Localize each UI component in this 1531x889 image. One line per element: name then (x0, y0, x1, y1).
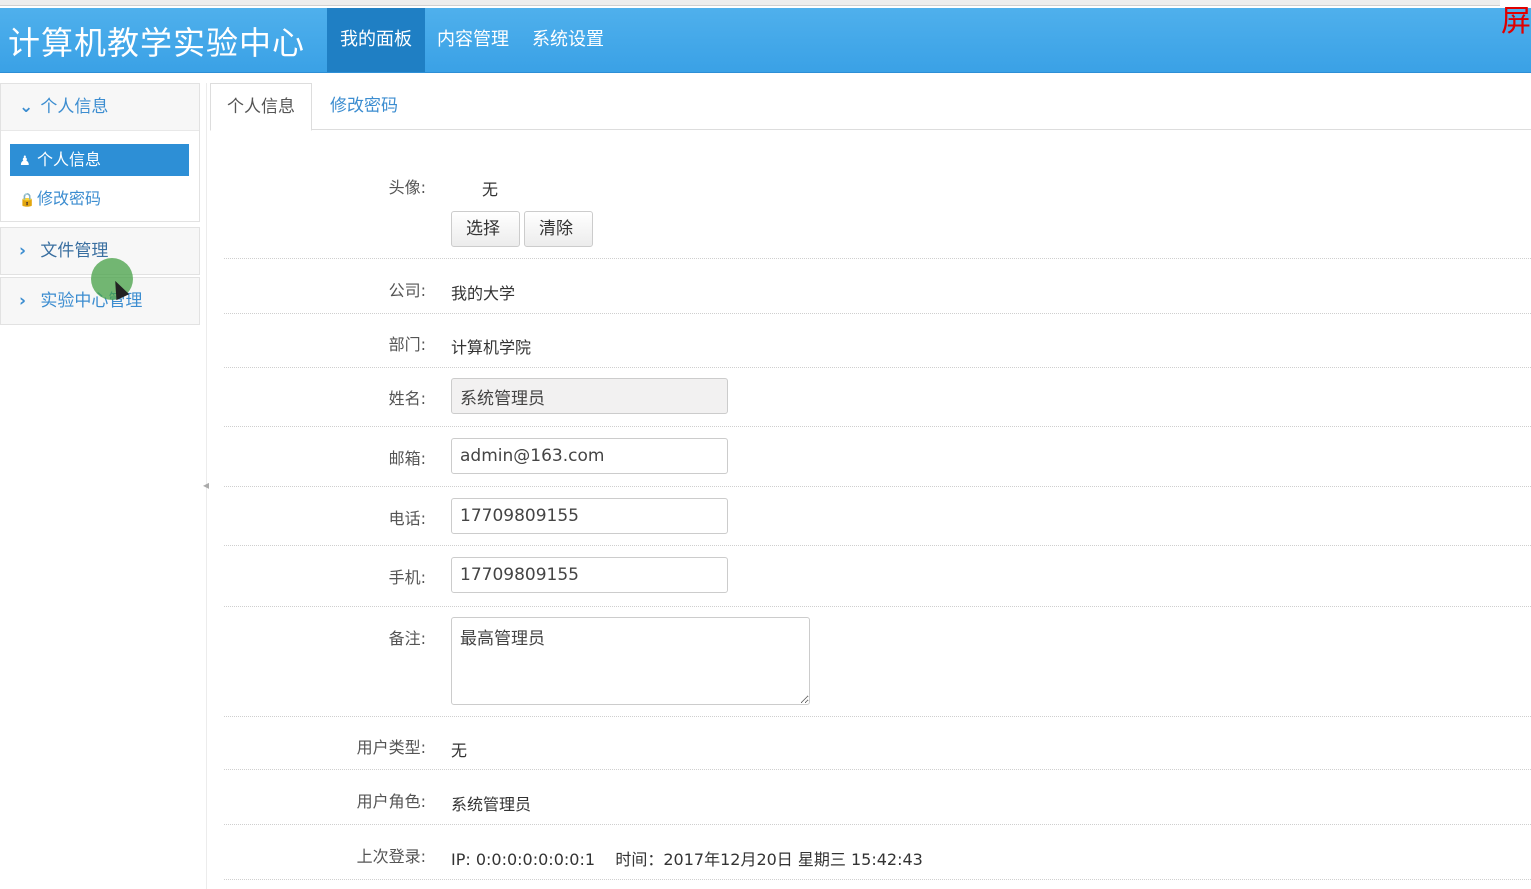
row-last-login: 上次登录: IP: 0:0:0:0:0:0:0:1 时间：2017年12月20日… (224, 825, 1531, 880)
scrollbar-track (0, 0, 1500, 6)
last-login-label: 上次登录: (356, 847, 426, 866)
sidebar-item-label: 修改密码 (37, 189, 102, 208)
company-label: 公司: (388, 281, 426, 300)
user-icon: ♟ (19, 154, 31, 169)
sidebar-group-personal: ⌄ 个人信息 ♟ 个人信息 🔒 修改密码 (0, 83, 200, 222)
email-field[interactable] (451, 438, 728, 474)
user-type-value: 无 (451, 741, 468, 760)
row-avatar: 头像: 无 选择 清除 (224, 130, 1531, 259)
mobile-label: 手机: (388, 568, 426, 587)
sidebar-group-title: 个人信息 (40, 97, 109, 117)
user-type-label: 用户类型: (356, 738, 426, 757)
remark-textarea[interactable]: 最高管理员 (451, 617, 810, 705)
user-role-label: 用户角色: (356, 792, 426, 811)
lock-icon: 🔒 (19, 193, 36, 208)
app-title: 计算机教学实验中心 (8, 24, 306, 62)
sidebar-item-label: 个人信息 (37, 150, 102, 169)
chevron-right-icon: › (19, 291, 27, 311)
row-mobile: 手机: (224, 546, 1531, 607)
row-name: 姓名: (224, 368, 1531, 427)
tab-personal-info[interactable]: 个人信息 (210, 83, 312, 131)
corner-watermark: 屏 (1501, 4, 1531, 39)
last-login-value: IP: 0:0:0:0:0:0:0:1 时间：2017年12月20日 星期三 1… (451, 850, 923, 869)
row-remark: 备注: 最高管理员 (224, 607, 1531, 717)
tab-bar: 个人信息 修改密码 (210, 83, 1531, 131)
top-navbar: 计算机教学实验中心 我的面板 内容管理 系统设置 屏 (0, 4, 1531, 73)
sidebar-item-change-password[interactable]: 🔒 修改密码 (10, 183, 189, 215)
clear-avatar-button[interactable]: 清除 (524, 211, 593, 247)
sidebar-item-personal-info[interactable]: ♟ 个人信息 (10, 144, 189, 176)
row-email: 邮箱: (224, 427, 1531, 487)
avatar-label: 头像: (388, 178, 426, 197)
collapse-handle-icon[interactable]: ◂ (203, 478, 209, 492)
remark-label: 备注: (388, 629, 426, 648)
mobile-field[interactable] (451, 557, 728, 593)
department-value: 计算机学院 (451, 338, 532, 357)
row-user-type: 用户类型: 无 (224, 717, 1531, 770)
sidebar-group-header-personal[interactable]: ⌄ 个人信息 (1, 84, 199, 130)
sidebar-group-body: ♟ 个人信息 🔒 修改密码 (1, 130, 199, 221)
chevron-right-icon: › (19, 241, 27, 261)
user-role-value: 系统管理员 (451, 795, 532, 814)
avatar-value: 无 (482, 180, 499, 199)
chevron-down-icon: ⌄ (19, 97, 34, 117)
row-department: 部门: 计算机学院 (224, 314, 1531, 368)
nav-content-management[interactable]: 内容管理 (424, 8, 522, 72)
browser-top-strip (0, 0, 1531, 7)
row-user-role: 用户角色: 系统管理员 (224, 770, 1531, 825)
department-label: 部门: (388, 335, 426, 354)
email-label: 邮箱: (388, 449, 426, 468)
name-field[interactable] (451, 378, 728, 414)
tab-change-password[interactable]: 修改密码 (314, 83, 414, 129)
nav-system-settings[interactable]: 系统设置 (519, 8, 617, 72)
select-avatar-button[interactable]: 选择 (451, 211, 520, 247)
phone-label: 电话: (388, 509, 426, 528)
row-phone: 电话: (224, 487, 1531, 546)
company-value: 我的大学 (451, 284, 516, 303)
phone-field[interactable] (451, 498, 728, 534)
row-company: 公司: 我的大学 (224, 259, 1531, 314)
sidebar-group-title: 文件管理 (40, 241, 109, 261)
name-label: 姓名: (388, 389, 426, 408)
nav-my-dashboard[interactable]: 我的面板 (327, 8, 425, 72)
